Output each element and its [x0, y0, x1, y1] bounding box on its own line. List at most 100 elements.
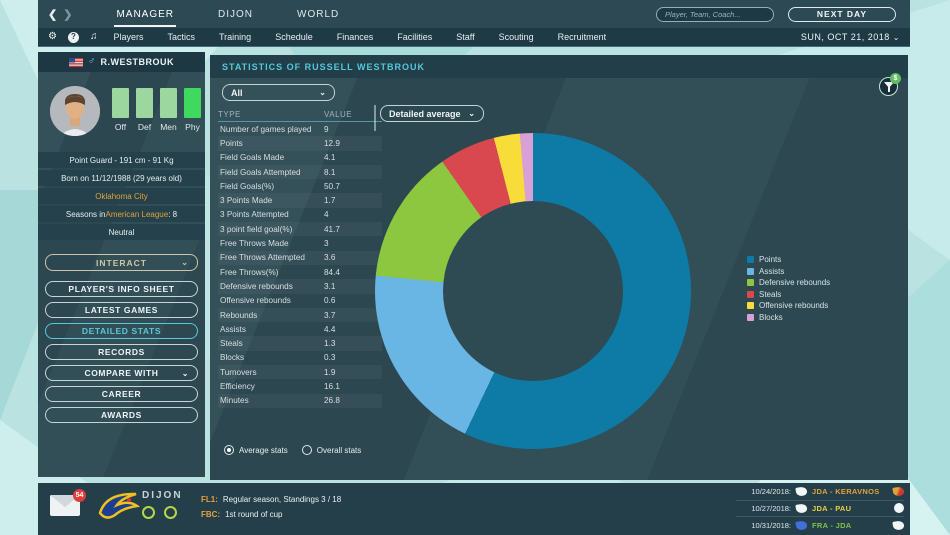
- mode-filter-dropdown[interactable]: Detailed average ⌄: [380, 105, 484, 122]
- stats-donut-chart: [375, 133, 691, 449]
- tab-manager[interactable]: MANAGER: [114, 2, 176, 27]
- fixture-date: 10/31/2018:: [736, 521, 791, 530]
- competition-fl1: FL1:Regular season, Standings 3 / 18: [201, 492, 341, 507]
- stat-type: Field Goals Made: [218, 153, 324, 162]
- male-gender-icon: ♂: [88, 57, 96, 67]
- date-selector[interactable]: SUN, OCT 21, 2018⌄: [801, 32, 900, 42]
- stat-type: Blocks: [218, 353, 324, 362]
- legend-label: Points: [759, 255, 781, 264]
- legend-label: Steals: [759, 290, 781, 299]
- fixture-jda-pau[interactable]: 10/27/2018:JDA - PAU: [736, 501, 904, 518]
- top-bar: ❮ ❯ MANAGER DIJON WORLD NEXT DAY: [38, 0, 910, 28]
- stat-value: 0.6: [324, 296, 382, 305]
- cup-ring-icon[interactable]: [164, 506, 177, 519]
- radio-circle: [224, 445, 234, 455]
- league-ring-icon[interactable]: [142, 506, 155, 519]
- radio-overall-stats[interactable]: Overall stats: [302, 445, 361, 455]
- legend-swatch: [747, 291, 754, 298]
- menu-item-recruitment[interactable]: Recruitment: [558, 32, 607, 42]
- table-scrollbar[interactable]: [374, 105, 376, 131]
- menu-item-players[interactable]: Players: [113, 32, 143, 42]
- settings-icon[interactable]: ⚙: [48, 32, 57, 43]
- fixture-jda-keravnos[interactable]: 10/24/2018:JDA - KERAVNOS: [736, 484, 904, 501]
- stat-value: 41.7: [324, 225, 382, 234]
- nav-forward-icon[interactable]: ❯: [63, 8, 72, 21]
- rating-bars: OffDefMenPhy: [112, 88, 201, 132]
- club-name: DIJON: [142, 490, 183, 501]
- away-team-logo: [892, 486, 904, 497]
- radio-average-stats[interactable]: Average stats: [224, 445, 288, 455]
- sidebar-button-latest-games[interactable]: LATEST GAMES: [45, 302, 198, 318]
- rating-men: Men: [160, 88, 177, 132]
- stats-table: TYPE VALUE Number of games played9Points…: [218, 107, 382, 408]
- stat-value: 50.7: [324, 182, 382, 191]
- stat-type: Assists: [218, 325, 324, 334]
- table-row-points: Points12.9: [218, 136, 382, 150]
- nav-back-icon[interactable]: ❮: [48, 8, 57, 21]
- sidebar-button-awards[interactable]: AWARDS: [45, 407, 198, 423]
- table-row-efficiency: Efficiency16.1: [218, 379, 382, 393]
- legend-item-points: Points: [747, 254, 830, 266]
- fixture-date: 10/24/2018:: [736, 487, 791, 496]
- stat-type: Points: [218, 139, 324, 148]
- interact-button[interactable]: INTERACT ⌄: [45, 254, 198, 271]
- stat-value: 4.4: [324, 325, 382, 334]
- menu-item-training[interactable]: Training: [219, 32, 251, 42]
- menu-item-staff[interactable]: Staff: [456, 32, 474, 42]
- tab-world[interactable]: WORLD: [295, 2, 341, 27]
- competition-status: FL1:Regular season, Standings 3 / 18FBC:…: [201, 492, 341, 522]
- category-filter-dropdown[interactable]: All ⌄: [222, 84, 335, 101]
- menu-item-schedule[interactable]: Schedule: [275, 32, 313, 42]
- menu-item-finances[interactable]: Finances: [337, 32, 374, 42]
- sidebar-button-detailed-stats[interactable]: DETAILED STATS: [45, 323, 198, 339]
- stat-value: 4.1: [324, 153, 382, 162]
- menu-items: Players Tactics Training Schedule Finances Fa…: [113, 32, 606, 42]
- table-row-3-point-field-goal: 3 point field goal(%)41.7: [218, 222, 382, 236]
- sidebar-button-player-s-info-sheet[interactable]: PLAYER'S INFO SHEET: [45, 281, 198, 297]
- table-row-blocks: Blocks0.3: [218, 351, 382, 365]
- chevron-down-icon: ⌄: [468, 109, 475, 118]
- table-row-field-goals: Field Goals(%)50.7: [218, 179, 382, 193]
- stat-type: Rebounds: [218, 311, 324, 320]
- stat-type: Steals: [218, 339, 324, 348]
- next-day-button[interactable]: NEXT DAY: [788, 7, 896, 22]
- club-logo[interactable]: [96, 487, 142, 529]
- sidebar-buttons: PLAYER'S INFO SHEET LATEST GAMES DETAILED …: [45, 281, 198, 423]
- tab-dijon[interactable]: DIJON: [216, 2, 255, 27]
- column-header-type: TYPE: [218, 110, 324, 119]
- away-team-logo: [892, 520, 904, 531]
- table-row-free-throws-attempted: Free Throws Attempted3.6: [218, 251, 382, 265]
- stat-value: 1.9: [324, 368, 382, 377]
- search-input[interactable]: [656, 7, 774, 22]
- table-row-3-points-made: 3 Points Made1.7: [218, 193, 382, 207]
- help-icon[interactable]: ?: [68, 32, 79, 43]
- stat-type: Number of games played: [218, 125, 324, 134]
- stat-type: Field Goals Attempted: [218, 168, 324, 177]
- fixture-fra-jda[interactable]: 10/31/2018:FRA - JDA: [736, 517, 904, 534]
- chevron-down-icon: ⌄: [182, 369, 189, 378]
- mail-button[interactable]: 54: [50, 495, 80, 516]
- player-info-row-3: Seasons in American League: 8: [38, 206, 205, 222]
- competition-value: 1st round of cup: [225, 510, 282, 519]
- home-team-logo: [795, 503, 807, 514]
- legend-swatch: [747, 302, 754, 309]
- sidebar-button-career[interactable]: CAREER: [45, 386, 198, 402]
- us-flag-icon: [69, 58, 83, 67]
- menu-item-facilities[interactable]: Facilities: [397, 32, 432, 42]
- table-row-rebounds: Rebounds3.7: [218, 308, 382, 322]
- home-team-logo: [795, 486, 807, 497]
- radio-circle: [302, 445, 312, 455]
- sidebar-button-compare-with[interactable]: COMPARE WITH⌄: [45, 365, 198, 381]
- music-icon[interactable]: ♫: [90, 32, 98, 43]
- menu-item-tactics[interactable]: Tactics: [167, 32, 195, 42]
- rating-off: Off: [112, 88, 129, 132]
- menu-item-scouting[interactable]: Scouting: [499, 32, 534, 42]
- player-avatar: [50, 86, 100, 136]
- table-row-assists: Assists4.4: [218, 322, 382, 336]
- sidebar-button-records[interactable]: RECORDS: [45, 344, 198, 360]
- legend-label: Defensive rebounds: [759, 278, 830, 287]
- stat-type: Free Throws(%): [218, 268, 324, 277]
- finance-filter-button[interactable]: $: [879, 77, 898, 96]
- stat-value: 8.1: [324, 168, 382, 177]
- stat-type: Defensive rebounds: [218, 282, 324, 291]
